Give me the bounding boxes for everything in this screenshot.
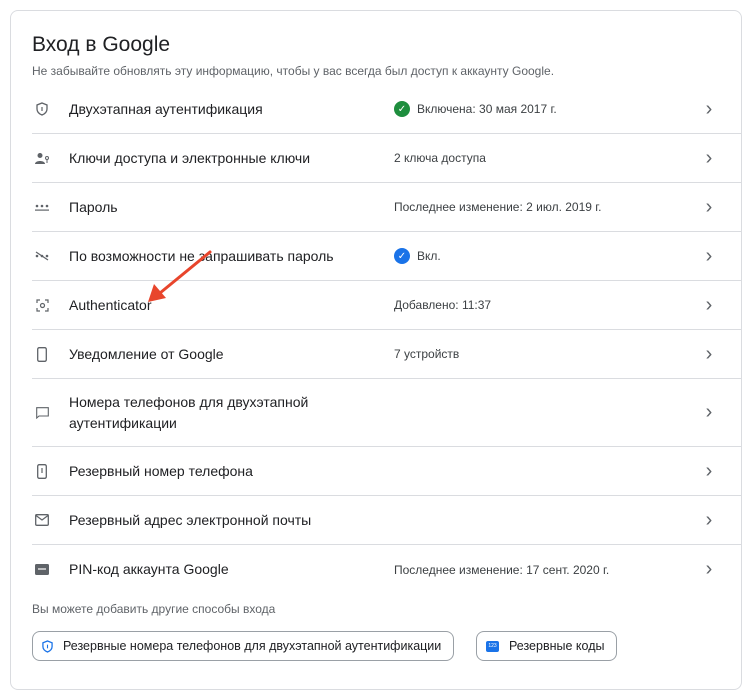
row-value: 7 устройств xyxy=(394,347,460,361)
row-value: Включена: 30 мая 2017 г. xyxy=(417,102,557,116)
chevron-right-icon: › xyxy=(705,342,713,365)
row-password[interactable]: Пароль Последнее изменение: 2 июл. 2019 … xyxy=(32,183,741,232)
phone-icon xyxy=(35,346,49,362)
row-label: Резервный номер телефона xyxy=(69,462,253,479)
authenticator-icon xyxy=(35,298,49,312)
check-circle-icon: ✓ xyxy=(394,248,410,264)
shield-icon xyxy=(42,639,53,653)
row-value: Вкл. xyxy=(417,249,441,263)
button-label: Резервные номера телефонов для двухэтапн… xyxy=(63,639,442,653)
row-authenticator[interactable]: Authenticator Добавлено: 11:37 › xyxy=(32,281,741,330)
row-label: Ключи доступа и электронные ключи xyxy=(69,149,311,166)
row-label: Пароль xyxy=(69,198,118,215)
mail-icon xyxy=(35,513,49,527)
codes-icon: 123 xyxy=(486,640,499,652)
row-label: Двухэтапная аутентификация xyxy=(69,100,263,117)
row-google-prompt[interactable]: Уведомление от Google 7 устройств › xyxy=(32,330,741,379)
backup-phones-button[interactable]: Резервные номера телефонов для двухэтапн… xyxy=(32,631,455,661)
pin-icon xyxy=(35,563,49,577)
row-backup-email[interactable]: Резервный адрес электронной почты › xyxy=(32,496,741,545)
row-label: Authenticator xyxy=(69,296,152,313)
add-methods-hint: Вы можете добавить другие способы входа xyxy=(32,602,276,616)
sms-icon xyxy=(35,406,49,420)
row-label: Номера телефонов для двухэтапной аутенти… xyxy=(69,393,309,431)
check-circle-icon: ✓ xyxy=(394,101,410,117)
row-backup-phone[interactable]: Резервный номер телефона › xyxy=(32,447,741,496)
chevron-right-icon: › xyxy=(705,244,713,267)
row-label: PIN-код аккаунта Google xyxy=(69,561,229,577)
skip-password-icon xyxy=(35,249,49,263)
row-2step-phones[interactable]: Номера телефонов для двухэтапной аутенти… xyxy=(32,379,741,447)
page-title: Вход в Google xyxy=(32,33,171,56)
row-pin[interactable]: PIN-код аккаунта Google Последнее измене… xyxy=(32,545,741,594)
chevron-right-icon: › xyxy=(705,401,713,423)
row-label: По возможности не запрашивать пароль xyxy=(69,247,334,264)
password-dots-icon xyxy=(35,200,49,214)
shield-icon xyxy=(35,102,49,116)
row-label: Резервный адрес электронной почты xyxy=(69,511,312,528)
chevron-right-icon: › xyxy=(705,508,713,531)
chevron-right-icon: › xyxy=(705,558,713,580)
row-value: Добавлено: 11:37 xyxy=(394,298,492,312)
row-skip-password[interactable]: По возможности не запрашивать пароль ✓ Вк… xyxy=(32,232,741,281)
row-label: Уведомление от Google xyxy=(69,345,224,362)
chevron-right-icon: › xyxy=(705,97,713,120)
backup-codes-button[interactable]: 123 Резервные коды xyxy=(476,631,618,661)
row-value: Последнее изменение: 17 сент. 2020 г. xyxy=(394,562,610,577)
subtitle: Не забывайте обновлять эту информацию, ч… xyxy=(32,64,555,78)
signin-card: Вход в Google Не забывайте обновлять эту… xyxy=(10,10,742,690)
row-value: 2 ключа доступа xyxy=(394,151,486,165)
button-label: Резервные коды xyxy=(509,639,605,653)
chevron-right-icon: › xyxy=(705,146,713,169)
chevron-right-icon: › xyxy=(705,195,713,218)
row-value: Последнее изменение: 2 июл. 2019 г. xyxy=(394,200,602,214)
chevron-right-icon: › xyxy=(705,293,713,316)
phone-alert-icon xyxy=(35,463,49,479)
passkey-icon xyxy=(35,151,49,165)
row-2step[interactable]: Двухэтапная аутентификация ✓ Включена: 30… xyxy=(32,85,741,134)
chevron-right-icon: › xyxy=(705,459,713,482)
row-passkeys[interactable]: Ключи доступа и электронные ключи 2 ключ… xyxy=(32,134,741,183)
